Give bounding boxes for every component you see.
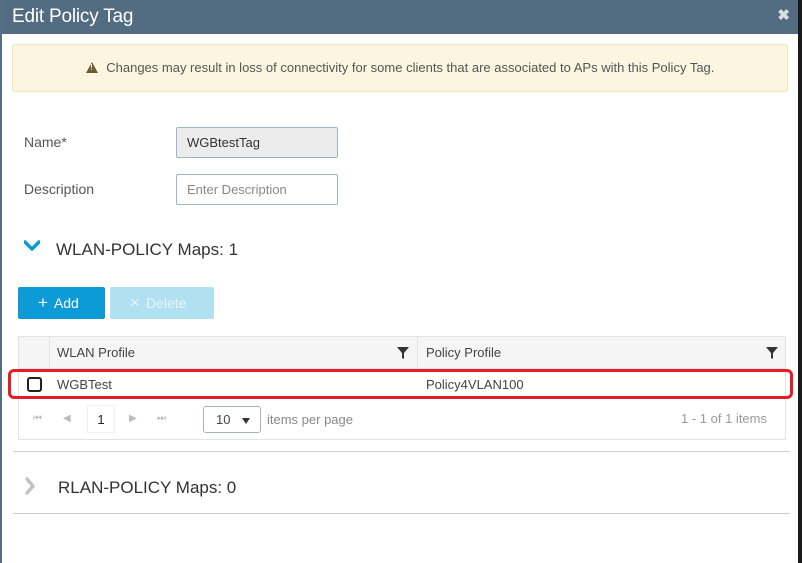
page-size-select[interactable]: 10 [203, 406, 261, 433]
warning-message: Changes may result in loss of connectivi… [106, 60, 715, 75]
column-header-policy-profile[interactable]: Policy Profile [426, 345, 501, 360]
chevron-down-icon[interactable] [24, 238, 40, 254]
warning-icon [85, 62, 98, 73]
current-page[interactable]: 1 [87, 405, 115, 433]
wlan-policy-grid: WLAN Profile Policy Profile WGBTest Poli… [18, 336, 786, 440]
wlan-profile-cell: WGBTest [57, 377, 112, 392]
plus-icon: + [38, 293, 48, 312]
wlan-policy-maps-heading[interactable]: WLAN-POLICY Maps: 1 [56, 240, 238, 260]
last-page-icon[interactable]: ⏭ [157, 413, 166, 424]
delete-button[interactable]: × Delete [110, 287, 214, 319]
pager: ⏮ ◀ 1 ▶ ⏭ 10 items per page 1 - 1 of 1 i… [19, 401, 785, 439]
warning-alert: Changes may result in loss of connectivi… [12, 44, 788, 92]
prev-page-icon[interactable]: ◀ [63, 413, 71, 424]
first-page-icon[interactable]: ⏮ [33, 413, 42, 424]
filter-icon[interactable] [766, 347, 778, 359]
x-icon: × [130, 293, 140, 312]
name-label: Name* [24, 134, 67, 150]
items-count: 1 - 1 of 1 items [681, 411, 767, 426]
table-row[interactable]: WGBTest Policy4VLAN100 [19, 370, 785, 400]
close-icon[interactable]: ✖ [777, 8, 790, 24]
description-input[interactable]: Enter Description [176, 174, 338, 205]
row-checkbox[interactable] [27, 377, 42, 392]
items-per-page-label: items per page [267, 412, 353, 427]
add-button[interactable]: + Add [18, 287, 105, 319]
name-field: WGBtestTag [176, 127, 338, 158]
caret-down-icon [242, 418, 250, 424]
edit-policy-tag-dialog: Edit Policy Tag ✖ Changes may result in … [0, 0, 800, 563]
divider [13, 513, 790, 514]
chevron-right-icon[interactable] [24, 476, 36, 496]
dialog-title: Edit Policy Tag [12, 6, 134, 27]
dialog-header: Edit Policy Tag ✖ [2, 0, 800, 34]
grid-header: WLAN Profile Policy Profile [19, 337, 785, 369]
policy-profile-cell: Policy4VLAN100 [426, 377, 524, 392]
window-edge [798, 0, 802, 563]
rlan-policy-maps-heading[interactable]: RLAN-POLICY Maps: 0 [58, 478, 236, 498]
description-label: Description [24, 181, 95, 197]
filter-icon[interactable] [397, 347, 409, 359]
next-page-icon[interactable]: ▶ [129, 413, 137, 424]
divider [13, 451, 790, 452]
column-header-wlan-profile[interactable]: WLAN Profile [57, 345, 135, 360]
